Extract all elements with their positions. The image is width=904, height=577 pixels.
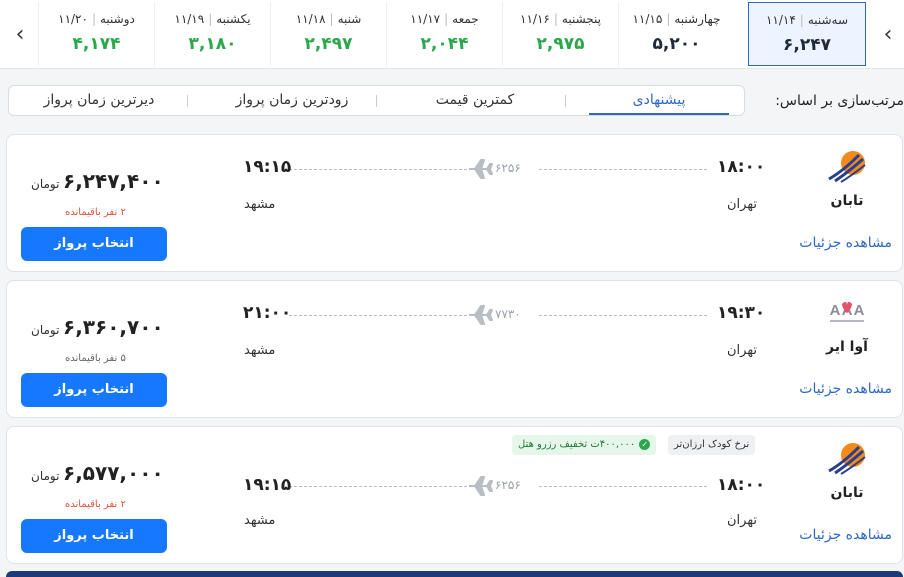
price-unit: تومان [31, 177, 60, 191]
airline-name: تابان [830, 485, 864, 501]
sort-options: دیرترین زمان پرواز زودترین زمان پرواز کم… [8, 85, 745, 116]
chevron-left-icon[interactable]: ‹ [4, 6, 36, 62]
flight-card: تابان مشاهده جزئیات ۱۸:۰۰ تهران ۶۲۵۶ ۱۹:… [6, 134, 903, 272]
sort-label: مرتب‌سازی بر اساس: [775, 93, 904, 109]
sort-divider [187, 95, 188, 107]
date-item-1115[interactable]: چهارشنبه|۱۱/۱۵ ۵,۲۰۰ [618, 2, 734, 66]
date-value: ۱۱/۱۶ [520, 12, 550, 26]
check-icon: ✓ [639, 438, 651, 450]
arrival-time: ۱۹:۱۵ [243, 475, 292, 495]
date-value: ۱۱/۱۹ [174, 12, 205, 26]
date-price: ۵,۲۰۰ [652, 34, 701, 54]
departure-city: تهران [727, 197, 757, 212]
date-item-1120[interactable]: دوشنبه|۱۱/۲۰ ۴,۱۷۴ [38, 2, 154, 66]
child-fare-badge: نرخ کودک ارزان‌تر [668, 435, 756, 455]
date-value: ۱۱/۱۷ [410, 12, 441, 26]
sort-earliest[interactable]: زودترین زمان پرواز [199, 86, 385, 115]
route-line [539, 486, 707, 487]
arrival-city: مشهد [244, 513, 276, 528]
sort-divider [565, 95, 566, 107]
flight-number: ۷۷۳۰ [495, 307, 521, 321]
date-price: ۴,۱۷۴ [72, 34, 121, 54]
date-price: ۲,۹۷۵ [536, 34, 585, 54]
date-day-name: دوشنبه [100, 12, 135, 26]
select-flight-button[interactable]: انتخاب پرواز [21, 519, 167, 553]
flight-number: ۶۲۵۶ [495, 478, 521, 492]
date-value: ۱۱/۱۸ [295, 12, 326, 26]
price-unit: تومان [31, 469, 60, 483]
date-day-name: پنجشنبه [561, 12, 601, 26]
view-details-link[interactable]: مشاهده جزئیات [799, 235, 892, 251]
taban-logo-icon [828, 151, 866, 183]
price-unit: تومان [31, 323, 60, 337]
date-strip: ‹ دوشنبه|۱۱/۲۰ ۴,۱۷۴ یکشنبه|۱۱/۱۹ ۳,۱۸۰ … [0, 0, 904, 69]
sort-divider [376, 95, 377, 107]
route-line [289, 169, 467, 170]
date-price: ۶,۲۴۷ [783, 35, 831, 55]
arrival-city: مشهد [244, 197, 276, 212]
departure-time: ۱۸:۰۰ [717, 475, 766, 495]
arrival-time: ۲۱:۰۰ [243, 303, 292, 323]
route-line [289, 315, 467, 316]
ava-air-logo-icon: A A A [830, 301, 865, 322]
airplane-icon [469, 159, 493, 179]
date-item-1118[interactable]: شنبه|۱۱/۱۸ ۲,۴۹۷ [270, 2, 386, 66]
departure-time: ۱۹:۳۰ [717, 303, 766, 323]
date-price: ۲,۴۹۷ [304, 34, 353, 54]
date-value: ۱۱/۲۰ [58, 12, 88, 26]
date-item-1119[interactable]: یکشنبه|۱۱/۱۹ ۳,۱۸۰ [154, 2, 270, 66]
sort-suggested[interactable]: پیشنهادی [589, 86, 729, 115]
svg-text:A: A [830, 302, 841, 319]
sort-cheapest[interactable]: کمترین قیمت [385, 86, 565, 115]
arrival-time: ۱۹:۱۵ [243, 157, 292, 177]
date-item-1117[interactable]: جمعه|۱۱/۱۷ ۲,۰۴۴ [386, 2, 502, 66]
airline-name: تابان [830, 193, 864, 209]
airplane-icon [469, 305, 493, 325]
seats-remaining: ۲ نفر باقیمانده [65, 207, 126, 218]
flight-price: ۶,۲۴۷,۴۰۰ [63, 169, 164, 193]
departure-time: ۱۸:۰۰ [717, 157, 766, 177]
seats-remaining: ۵ نفر باقیمانده [65, 353, 126, 364]
date-price: ۳,۱۸۰ [188, 34, 237, 54]
departure-city: تهران [727, 513, 757, 528]
select-flight-button[interactable]: انتخاب پرواز [21, 227, 167, 261]
route-line [539, 169, 707, 170]
date-value: ۱۱/۱۴ [765, 13, 796, 27]
route-line [289, 486, 467, 487]
flight-number: ۶۲۵۶ [495, 161, 521, 175]
taban-logo-icon [828, 443, 866, 475]
sort-latest[interactable]: دیرترین زمان پرواز [9, 86, 189, 115]
departure-city: تهران [727, 343, 757, 358]
flight-price: ۶,۵۷۷,۰۰۰ [63, 461, 164, 485]
date-price: ۲,۰۴۴ [420, 34, 469, 54]
chevron-right-icon[interactable]: ‹ [872, 6, 904, 62]
seats-remaining: ۲ نفر باقیمانده [65, 499, 126, 510]
next-card-banner [6, 571, 903, 577]
hotel-discount-badge: ✓۴۰۰,۰۰۰ت تخفیف رزرو هتل [512, 435, 657, 455]
flight-price: ۶,۳۶۰,۷۰۰ [63, 315, 164, 339]
view-details-link[interactable]: مشاهده جزئیات [799, 381, 892, 397]
route-line [539, 315, 707, 316]
select-flight-button[interactable]: انتخاب پرواز [21, 373, 167, 407]
airplane-icon [469, 476, 493, 496]
date-item-1116[interactable]: پنجشنبه|۱۱/۱۶ ۲,۹۷۵ [502, 2, 618, 66]
date-day-name: شنبه [337, 12, 362, 26]
airline-name: آوا ایر [826, 339, 868, 355]
date-day-name: سه‌شنبه [807, 13, 849, 27]
hotel-discount-text: ۴۰۰,۰۰۰ت تخفیف رزرو هتل [518, 439, 636, 450]
flight-card: نرخ کودک ارزان‌تر ✓۴۰۰,۰۰۰ت تخفیف رزرو ه… [6, 426, 903, 564]
date-item-1114-selected[interactable]: سه‌شنبه|۱۱/۱۴ ۶,۲۴۷ [748, 2, 866, 66]
svg-text:A: A [854, 302, 865, 319]
flight-card: A A A آوا ایر مشاهده جزئیات ۱۹:۳۰ تهران … [6, 280, 903, 418]
view-details-link[interactable]: مشاهده جزئیات [799, 527, 892, 543]
date-value: ۱۱/۱۵ [632, 12, 663, 26]
date-day-name: یکشنبه [216, 12, 251, 26]
arrival-city: مشهد [244, 343, 276, 358]
date-day-name: جمعه [452, 12, 479, 26]
date-day-name: چهارشنبه [674, 12, 721, 26]
